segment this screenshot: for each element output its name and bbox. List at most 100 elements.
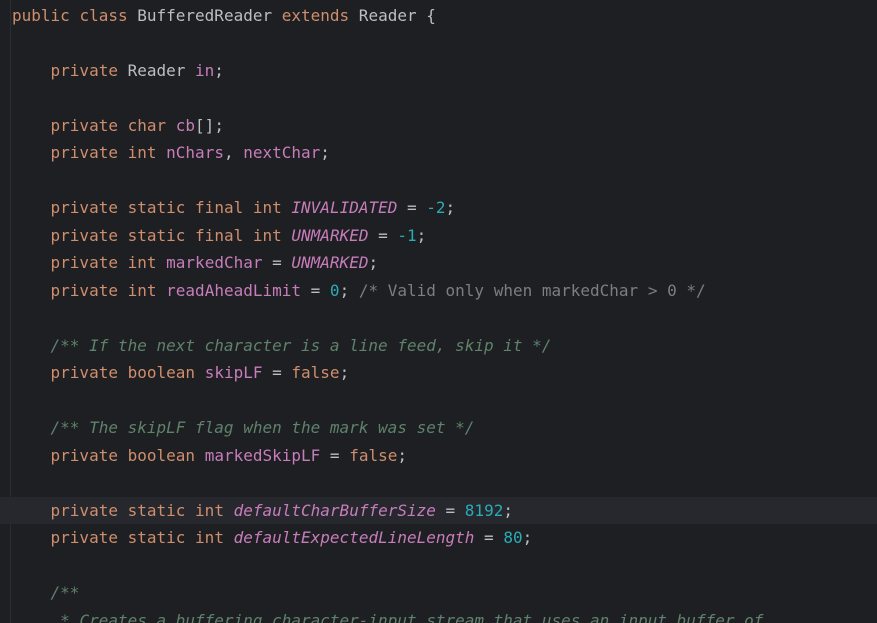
- token-field: in: [195, 60, 215, 80]
- token-identifier: [118, 363, 128, 382]
- token-doc-comment: /**: [50, 583, 80, 602]
- code-line[interactable]: public class BufferedReader extends Read…: [0, 2, 877, 30]
- token-identifier: [118, 501, 128, 520]
- token-punctuation: ;: [368, 253, 379, 272]
- code-line[interactable]: private static int defaultExpectedLineLe…: [0, 524, 877, 552]
- token-identifier: [12, 446, 51, 465]
- code-line[interactable]: [0, 469, 877, 497]
- code-line[interactable]: [0, 84, 877, 112]
- token-punctuation: [];: [195, 115, 224, 135]
- token-identifier: [185, 198, 195, 217]
- token-number: -2: [426, 198, 446, 217]
- token-keyword: private: [50, 363, 118, 382]
- token-identifier: [12, 528, 51, 547]
- token-constant: INVALIDATED: [291, 198, 398, 217]
- token-punctuation: =: [320, 445, 350, 465]
- code-lines: public class BufferedReader extends Read…: [0, 2, 877, 623]
- code-line[interactable]: private int markedChar = UNMARKED;: [0, 249, 877, 277]
- token-identifier: [118, 143, 128, 162]
- code-line[interactable]: private int nChars, nextChar;: [0, 139, 877, 167]
- token-block-comment: /* Valid only when markedChar > 0 */: [358, 280, 706, 300]
- code-line[interactable]: /** The skipLF flag when the mark was se…: [0, 414, 877, 442]
- token-punctuation: =: [368, 225, 398, 245]
- token-identifier: [166, 116, 176, 135]
- token-constant: UNMARKED: [291, 253, 369, 272]
- token-keyword: static: [127, 528, 186, 547]
- token-field: cb: [175, 115, 196, 135]
- token-identifier: [12, 253, 51, 272]
- code-line[interactable]: private char cb[];: [0, 112, 877, 140]
- token-identifier: [195, 446, 205, 465]
- code-line[interactable]: private boolean skipLF = false;: [0, 359, 877, 387]
- token-identifier: [118, 528, 128, 547]
- code-line[interactable]: private Reader in;: [0, 57, 877, 85]
- token-keyword: static: [127, 500, 186, 520]
- token-number: 8192: [464, 500, 504, 520]
- code-line[interactable]: [0, 304, 877, 332]
- token-keyword: final: [195, 225, 244, 245]
- token-keyword: int: [127, 280, 157, 300]
- token-identifier: [12, 418, 51, 437]
- token-punctuation: =: [262, 253, 292, 272]
- code-line[interactable]: [0, 387, 877, 415]
- token-identifier: [195, 363, 205, 382]
- token-identifier: [157, 253, 167, 272]
- token-keyword: int: [252, 225, 282, 245]
- token-keyword: private: [50, 280, 118, 300]
- token-doc-comment: /** If the next character is a line feed…: [50, 335, 552, 355]
- token-keyword: boolean: [127, 363, 196, 382]
- token-keyword: false: [291, 363, 340, 382]
- token-identifier: [282, 198, 292, 217]
- token-identifier: [12, 143, 51, 162]
- token-field: markedChar: [166, 253, 263, 272]
- token-identifier: [224, 528, 234, 547]
- code-line[interactable]: /**: [0, 579, 877, 607]
- code-line[interactable]: [0, 552, 877, 580]
- token-keyword: int: [195, 500, 224, 520]
- token-punctuation: ;: [416, 225, 427, 245]
- token-punctuation: ;: [503, 500, 513, 520]
- code-line[interactable]: private boolean markedSkipLF = false;: [0, 442, 877, 470]
- token-identifier: [185, 226, 195, 245]
- token-identifier: [157, 281, 167, 300]
- code-line[interactable]: private static final int UNMARKED = -1;: [0, 222, 877, 250]
- token-identifier: [118, 226, 128, 245]
- token-keyword: private: [50, 500, 118, 520]
- token-field: readAheadLimit: [166, 280, 302, 300]
- token-identifier: [243, 226, 253, 245]
- code-line[interactable]: private static final int INVALIDATED = -…: [0, 194, 877, 222]
- code-line[interactable]: [0, 29, 877, 57]
- code-line[interactable]: /** If the next character is a line feed…: [0, 332, 877, 360]
- token-keyword: char: [127, 115, 167, 135]
- token-identifier: [185, 528, 195, 547]
- token-identifier: BufferedReader: [127, 5, 282, 25]
- token-punctuation: ;: [339, 280, 359, 300]
- token-identifier: [12, 61, 51, 80]
- token-identifier: [12, 611, 60, 623]
- token-identifier: [12, 281, 51, 300]
- token-punctuation: ;: [320, 143, 330, 162]
- token-identifier: [12, 501, 51, 520]
- code-line-current[interactable]: private static int defaultCharBufferSize…: [0, 496, 877, 524]
- token-identifier: [12, 116, 51, 135]
- token-identifier: [185, 501, 195, 520]
- code-line[interactable]: [0, 167, 877, 195]
- token-constant: defaultCharBufferSize: [233, 500, 436, 520]
- token-keyword: private: [50, 60, 118, 80]
- code-editor[interactable]: public class BufferedReader extends Read…: [0, 0, 877, 623]
- token-identifier: [12, 226, 51, 245]
- code-line[interactable]: * Creates a buffering character-input st…: [0, 607, 877, 623]
- code-line[interactable]: private int readAheadLimit = 0; /* Valid…: [0, 277, 877, 305]
- token-punctuation: =: [435, 500, 465, 520]
- token-keyword: class: [79, 5, 128, 25]
- token-keyword: static: [127, 225, 186, 245]
- token-constant: UNMARKED: [291, 225, 369, 245]
- token-keyword: int: [252, 198, 282, 217]
- token-identifier: [70, 6, 80, 25]
- token-identifier: [12, 198, 51, 217]
- token-keyword: static: [127, 198, 186, 217]
- token-identifier: [224, 501, 234, 520]
- token-identifier: Reader: [117, 60, 196, 80]
- token-keyword: boolean: [127, 445, 196, 465]
- token-keyword: extends: [281, 5, 350, 25]
